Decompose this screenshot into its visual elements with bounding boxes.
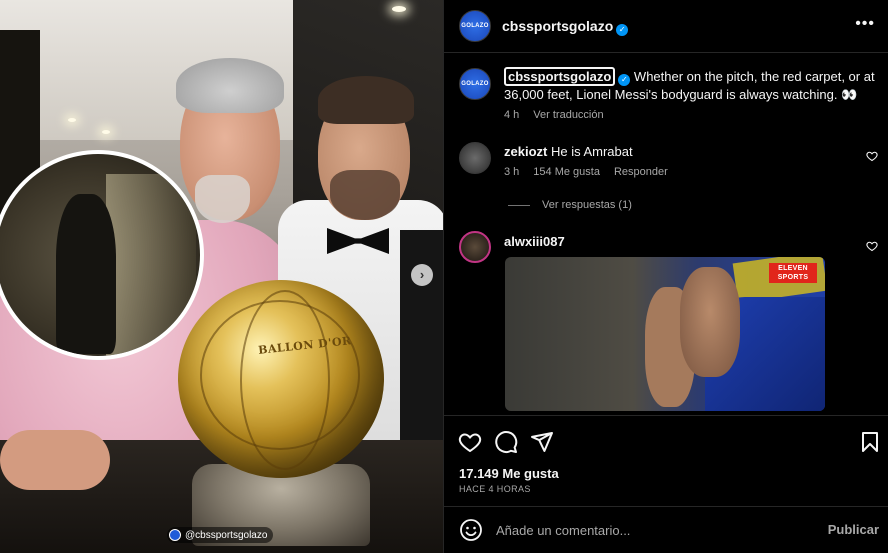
person-right-beard [330, 170, 400, 220]
post-time: HACE 4 HORAS [459, 484, 531, 494]
post-photo[interactable]: BALLON D'OR › @cbssportsgolazo [0, 0, 443, 553]
comment-bubble-icon[interactable] [494, 430, 518, 454]
ceiling-light [102, 130, 110, 134]
person-left-hair [176, 58, 284, 113]
carousel-next-button[interactable]: › [411, 264, 433, 286]
post-sidebar: GOLAZO cbssportsgolazo ✓ ••• GOLAZO cbssp… [443, 0, 888, 553]
avatar-logo-text: GOLAZO [461, 81, 489, 87]
eleven-sports-logo: ELEVEN SPORTS [769, 263, 817, 283]
caption-avatar[interactable]: GOLAZO [459, 68, 491, 100]
caption-username[interactable]: cbssportsgolazo [504, 67, 616, 86]
view-replies[interactable]: Ver respuestas (1) [508, 199, 632, 211]
share-paper-plane-icon[interactable] [530, 430, 554, 454]
translate-link[interactable]: Ver traducción [533, 109, 603, 121]
view-replies-text[interactable]: Ver respuestas (1) [542, 199, 632, 211]
author-username-header[interactable]: cbssportsgolazo ✓ [502, 18, 629, 36]
person-left-beard [195, 175, 250, 223]
gif-face [680, 267, 740, 377]
bodyguard-figure [56, 194, 116, 354]
publish-button[interactable]: Publicar [828, 522, 879, 537]
save-bookmark-icon[interactable] [858, 430, 882, 454]
comment-username[interactable]: alwxiii087 [504, 234, 565, 249]
verified-badge-icon: ✓ [616, 24, 629, 36]
comment-username[interactable]: zekiozt [504, 144, 547, 159]
watermark-logo-icon [169, 529, 181, 541]
commenter-avatar[interactable] [459, 142, 491, 174]
comment-like-heart-icon[interactable] [866, 150, 878, 162]
bodyguard-inset-circle [0, 150, 204, 360]
reply-link[interactable]: Responder [614, 166, 668, 178]
comment-like-heart-icon[interactable] [866, 240, 878, 252]
commenter-avatar-story[interactable] [459, 231, 491, 263]
author-avatar[interactable]: GOLAZO [459, 10, 491, 42]
comment-text: He is Amrabat [550, 144, 633, 159]
more-dots-icon[interactable]: ••• [855, 15, 875, 33]
post-header: GOLAZO cbssportsgolazo ✓ ••• [444, 0, 888, 53]
comment-input[interactable] [496, 520, 796, 540]
emoji-icon[interactable] [459, 518, 483, 542]
watermark: @cbssportsgolazo [167, 527, 274, 543]
caption-time[interactable]: 4 h [504, 109, 519, 121]
likes-count[interactable]: 17.149 Me gusta [459, 466, 559, 481]
comment-gif[interactable]: ELEVEN SPORTS [505, 257, 825, 411]
post-caption: cbssportsgolazo ✓ Whether on the pitch, t… [504, 67, 876, 104]
comment-likes[interactable]: 154 Me gusta [533, 166, 600, 178]
caption-meta: 4 h Ver traducción [504, 109, 604, 121]
add-comment-bar: Publicar [444, 506, 888, 553]
username-text[interactable]: cbssportsgolazo [502, 18, 613, 34]
person-right-hair [318, 76, 414, 124]
comment-row: alwxiii087 [504, 234, 565, 249]
comment-meta: 3 h 154 Me gusta Responder [504, 166, 668, 178]
comment-row: zekiozt He is Amrabat [504, 144, 633, 159]
like-heart-icon[interactable] [458, 430, 482, 454]
post-actions: 17.149 Me gusta HACE 4 HORAS [444, 415, 888, 515]
inset-light [106, 174, 196, 356]
ceiling-light [68, 118, 76, 122]
comment-time[interactable]: 3 h [504, 166, 519, 178]
verified-badge-icon: ✓ [618, 74, 631, 86]
watermark-text: @cbssportsgolazo [185, 529, 268, 541]
ceiling-light [392, 6, 406, 12]
replies-divider [508, 204, 530, 206]
thumbs-up-arm [0, 430, 110, 490]
avatar-logo-text: GOLAZO [461, 23, 489, 29]
trophy-panel-line [240, 290, 330, 470]
